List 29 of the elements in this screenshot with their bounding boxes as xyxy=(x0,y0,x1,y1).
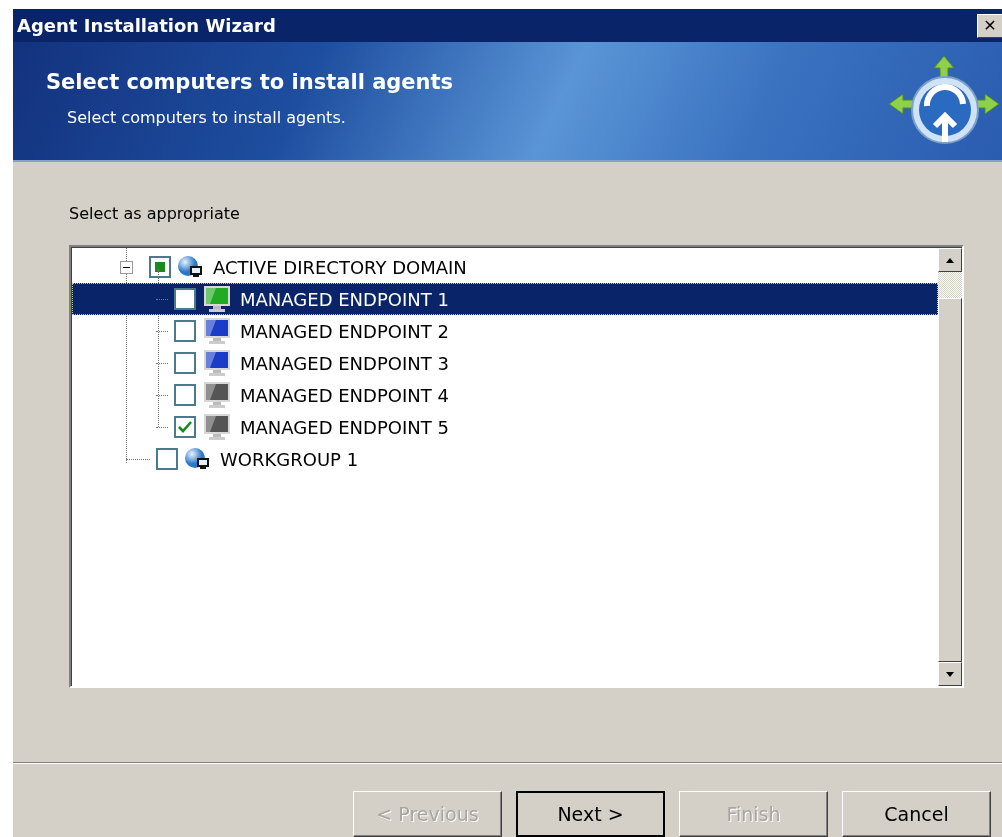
checkbox[interactable] xyxy=(174,384,196,406)
tree-item-label[interactable]: WORKGROUP 1 xyxy=(220,448,359,470)
window-title: Agent Installation Wizard xyxy=(17,15,276,36)
up-arrow-icon xyxy=(946,257,954,263)
scroll-down-button[interactable] xyxy=(938,662,962,686)
globe-computer-icon xyxy=(177,255,205,279)
scroll-up-button[interactable] xyxy=(938,248,962,272)
checkbox[interactable] xyxy=(149,256,171,278)
scrollbar-thumb[interactable] xyxy=(938,298,962,662)
tree-item-label[interactable]: MANAGED ENDPOINT 3 xyxy=(240,352,449,374)
close-button[interactable]: ✕ xyxy=(977,13,1002,38)
checkbox[interactable] xyxy=(156,448,178,470)
checkbox[interactable] xyxy=(174,320,196,342)
tree-item-label[interactable]: ACTIVE DIRECTORY DOMAIN xyxy=(213,256,467,278)
tree-item-label[interactable]: MANAGED ENDPOINT 1 xyxy=(240,288,449,310)
page-subtitle: Select computers to install agents. xyxy=(67,108,347,127)
instruction-text: Select as appropriate xyxy=(69,204,241,223)
collapse-icon[interactable] xyxy=(120,260,133,274)
tree-item-label[interactable]: MANAGED ENDPOINT 5 xyxy=(240,416,449,438)
wizard-button[interactable]: Next > xyxy=(516,791,665,837)
checkbox[interactable] xyxy=(174,352,196,374)
down-arrow-icon xyxy=(946,671,954,677)
checkbox[interactable] xyxy=(174,416,196,438)
wizard-button[interactable]: Cancel xyxy=(842,791,991,837)
checkbox[interactable] xyxy=(174,288,196,310)
tree-item-label[interactable]: MANAGED ENDPOINT 2 xyxy=(240,320,449,342)
globe-computer-icon xyxy=(184,447,212,471)
page-title: Select computers to install agents xyxy=(46,70,455,94)
tree-item-label[interactable]: MANAGED ENDPOINT 4 xyxy=(240,384,449,406)
